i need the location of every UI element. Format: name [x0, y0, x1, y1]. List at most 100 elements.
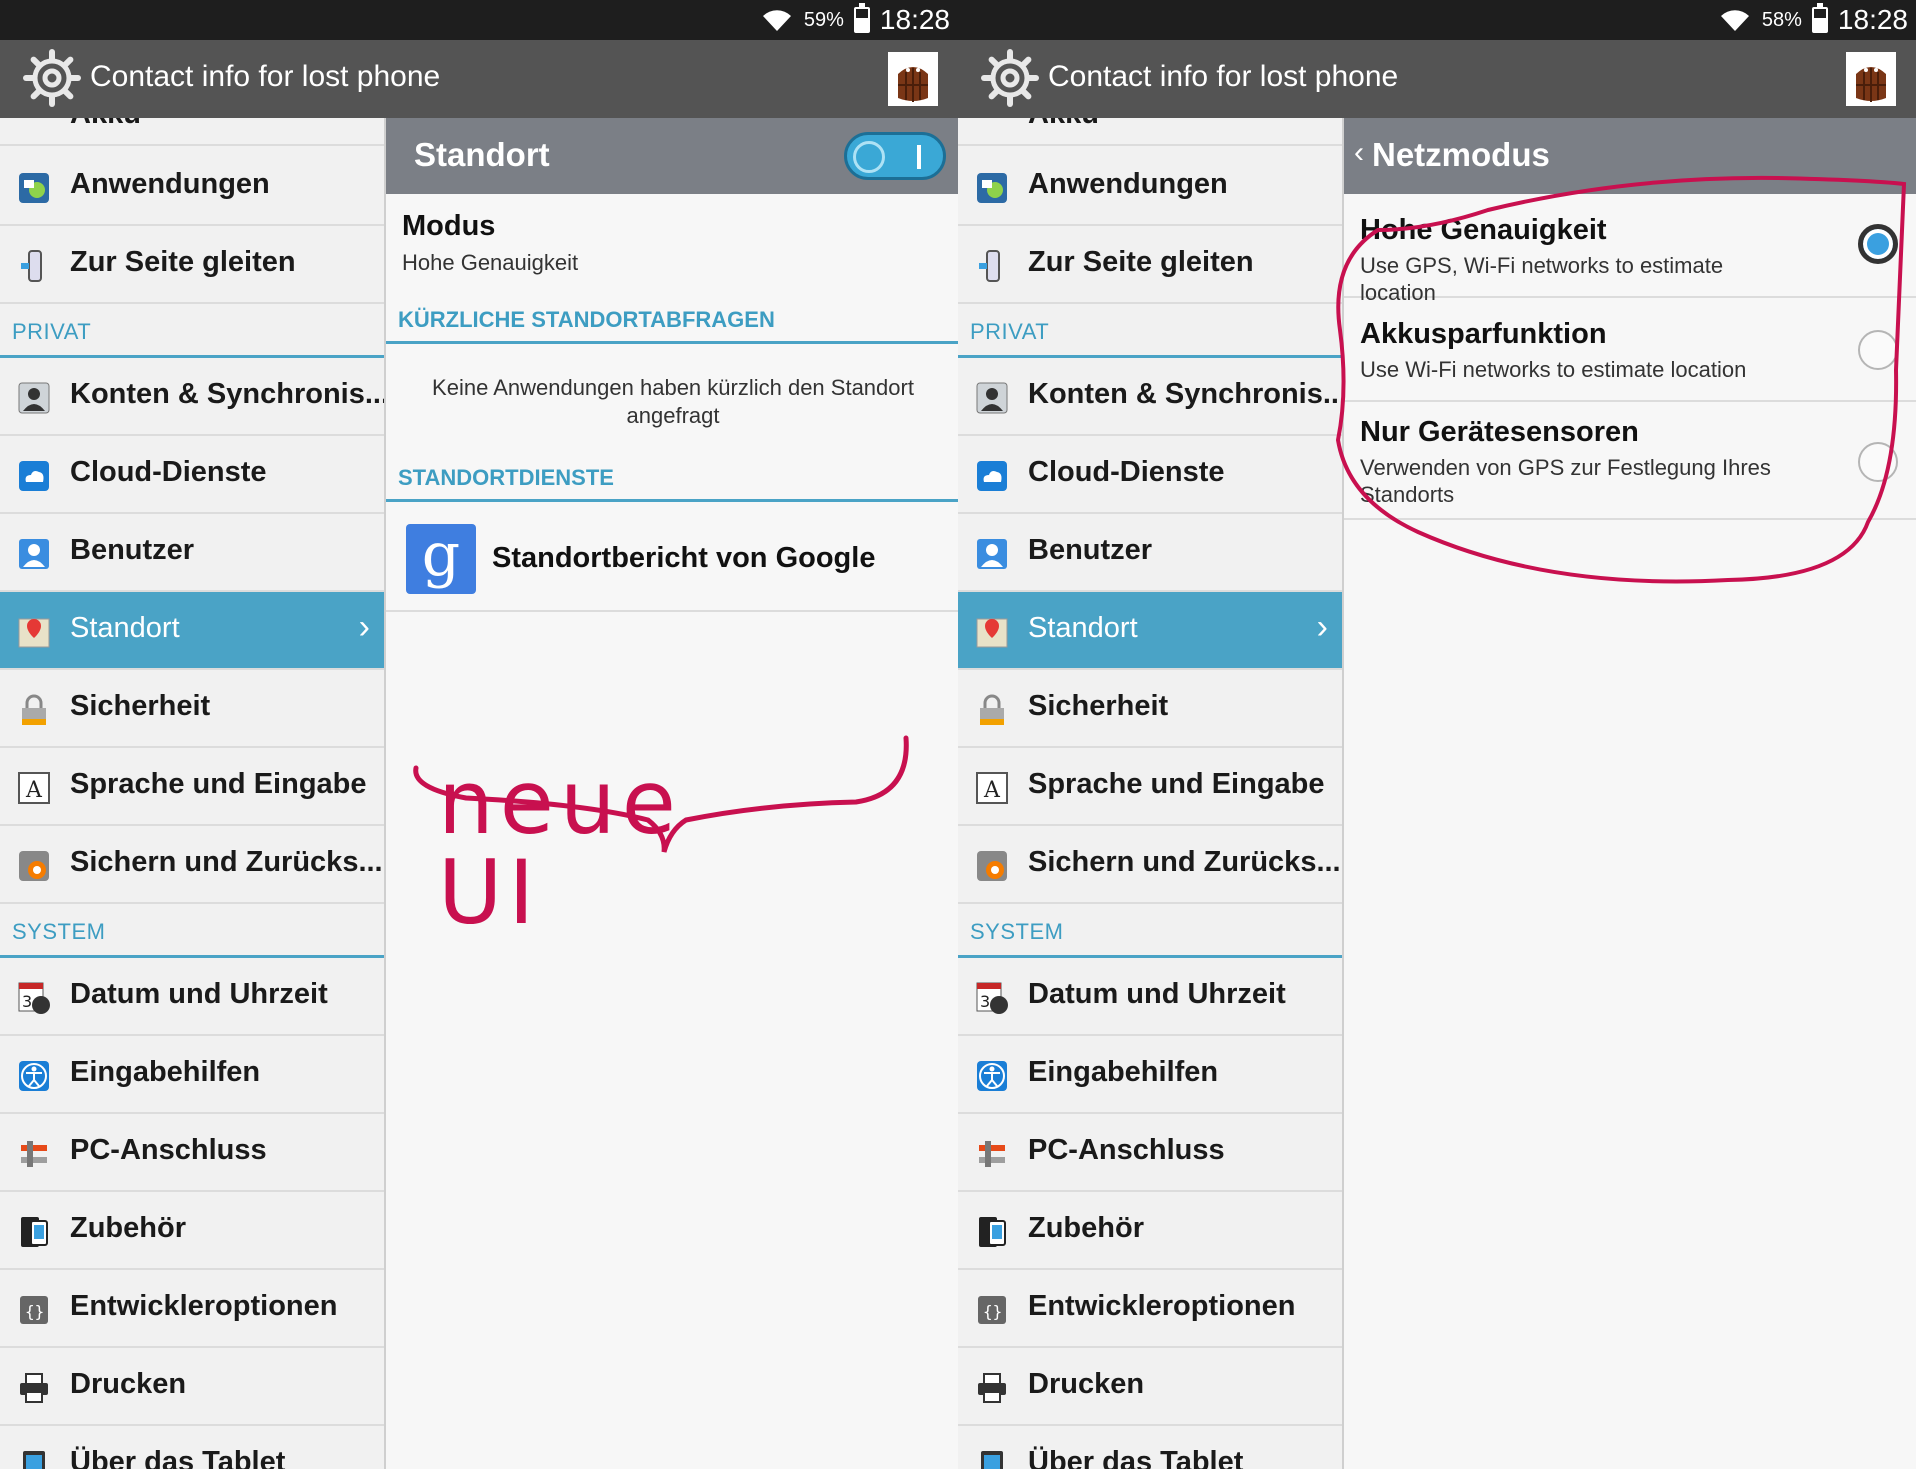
- kitkat-android-icon[interactable]: [1846, 52, 1896, 106]
- option-subtitle: Use Wi-Fi networks to estimate location: [1360, 357, 1747, 382]
- radio-unselected[interactable]: [1858, 442, 1898, 482]
- list-item-anwendungen[interactable]: Anwendungen: [958, 148, 1342, 226]
- panel-header: Standort: [386, 118, 958, 194]
- list-item-datum[interactable]: 3 Datum und Uhrzeit: [0, 958, 384, 1036]
- mode-option-battery-saving[interactable]: Akkusparfunktion Use Wi-Fi networks to e…: [1344, 298, 1916, 402]
- list-item-pc-anschluss[interactable]: PC-Anschluss: [0, 1114, 384, 1192]
- list-item-standort[interactable]: Standort ›: [958, 592, 1342, 670]
- section-header-location-services: STANDORTDIENSTE: [386, 452, 958, 502]
- list-item-zubehoer[interactable]: Zubehör: [0, 1192, 384, 1270]
- cloud-icon: [974, 458, 1010, 494]
- printer-icon: [974, 1370, 1010, 1406]
- language-icon: A: [974, 770, 1010, 806]
- tablet-info-icon: [16, 1448, 52, 1469]
- calendar-clock-icon: 3: [16, 980, 52, 1016]
- list-item-benutzer[interactable]: Benutzer: [958, 514, 1342, 592]
- modus-item[interactable]: Modus Hohe Genauigkeit: [386, 194, 958, 294]
- list-item-cloud-dienste[interactable]: Cloud-Dienste: [0, 436, 384, 514]
- apps-icon: [974, 170, 1010, 206]
- google-location-report-item[interactable]: g Standortbericht von Google: [386, 504, 958, 612]
- back-chevron-icon[interactable]: ‹: [1354, 136, 1364, 170]
- mode-option-device-only[interactable]: Nur Gerätesensoren Verwenden von GPS zur…: [1344, 402, 1916, 520]
- developer-braces-icon: {}: [16, 1292, 52, 1328]
- radio-unselected[interactable]: [1858, 330, 1898, 370]
- list-item-cloud-dienste[interactable]: Cloud-Dienste: [958, 436, 1342, 514]
- modus-title: Modus: [402, 210, 496, 242]
- list-item-sprache[interactable]: A Sprache und Eingabe: [958, 748, 1342, 826]
- list-item-sichern[interactable]: Sichern und Zurücks...: [0, 826, 384, 904]
- accessory-icon: [974, 1214, 1010, 1250]
- accessibility-icon: [16, 1058, 52, 1094]
- list-item-ueber-das-tablet[interactable]: Über das Tablet: [0, 1426, 384, 1469]
- list-item-zubehoer[interactable]: Zubehör: [958, 1192, 1342, 1270]
- calendar-clock-icon: 3: [974, 980, 1010, 1016]
- svg-text:A: A: [25, 778, 43, 803]
- list-item-sprache[interactable]: A Sprache und Eingabe: [0, 748, 384, 826]
- status-bar: 58% 18:28: [958, 0, 1916, 40]
- list-item-sichern[interactable]: Sichern und Zurücks...: [958, 826, 1342, 904]
- developer-braces-icon: {}: [974, 1292, 1010, 1328]
- section-header-system: SYSTEM: [0, 904, 384, 958]
- lock-icon: [16, 692, 52, 728]
- list-item-benutzer[interactable]: Benutzer: [0, 514, 384, 592]
- section-header-privat: PRIVAT: [0, 304, 384, 358]
- option-title: Nur Gerätesensoren: [1360, 416, 1639, 448]
- list-item-akku[interactable]: Akku: [0, 118, 384, 146]
- settings-list: Akku Anwendungen Zur Seite gleiten PRIVA…: [958, 118, 1342, 1469]
- section-header-recent-requests: KÜRZLICHE STANDORTABFRAGEN: [386, 294, 958, 344]
- chevron-right-icon: ›: [358, 608, 370, 646]
- kitkat-android-icon[interactable]: [888, 52, 938, 106]
- handwritten-note: neue UI: [438, 751, 682, 944]
- user-icon: [974, 536, 1010, 572]
- list-item-entwickleroptionen[interactable]: {} Entwickleroptionen: [0, 1270, 384, 1348]
- location-panel: Standort Modus Hohe Genauigkeit KÜRZLICH…: [384, 118, 958, 1469]
- panel-header: ‹ Netzmodus: [1344, 118, 1916, 194]
- google-icon: g: [406, 524, 476, 594]
- action-bar: Contact info for lost phone: [958, 40, 1916, 118]
- lock-icon: [974, 692, 1010, 728]
- list-item-akku[interactable]: Akku: [958, 118, 1342, 146]
- list-item-drucken[interactable]: Drucken: [0, 1348, 384, 1426]
- empty-recent-message: Keine Anwendungen haben kürzlich den Sta…: [432, 375, 914, 428]
- language-icon: A: [16, 770, 52, 806]
- list-item-pc-anschluss[interactable]: PC-Anschluss: [958, 1114, 1342, 1192]
- radio-selected[interactable]: [1858, 224, 1898, 264]
- list-item-konten[interactable]: Konten & Synchronis...: [958, 358, 1342, 436]
- mode-option-high-accuracy[interactable]: Hohe Genauigkeit Use GPS, Wi-Fi networks…: [1344, 194, 1916, 305]
- tablet-info-icon: [974, 1448, 1010, 1469]
- list-item-sicherheit[interactable]: Sicherheit: [958, 670, 1342, 748]
- chevron-right-icon: ›: [1316, 608, 1328, 646]
- list-item-entwickleroptionen[interactable]: {} Entwickleroptionen: [958, 1270, 1342, 1348]
- network-mode-panel: ‹ Netzmodus Hohe Genauigkeit Use GPS, Wi…: [1342, 118, 1916, 1469]
- list-item-anwendungen[interactable]: Anwendungen: [0, 148, 384, 226]
- panel-title: Standort: [414, 136, 550, 173]
- account-icon: [974, 380, 1010, 416]
- list-item-zur-seite-gleiten[interactable]: Zur Seite gleiten: [0, 226, 384, 304]
- list-item-konten[interactable]: Konten & Synchronis...: [0, 358, 384, 436]
- printer-icon: [16, 1370, 52, 1406]
- list-item-ueber-das-tablet[interactable]: Über das Tablet: [958, 1426, 1342, 1469]
- svg-text:A: A: [983, 778, 1001, 803]
- list-item-datum[interactable]: 3 Datum und Uhrzeit: [958, 958, 1342, 1036]
- accessory-icon: [16, 1214, 52, 1250]
- list-item-standort[interactable]: Standort ›: [0, 592, 384, 670]
- status-bar: 59% 18:28: [0, 0, 958, 40]
- battery-percent: 59%: [803, 8, 844, 31]
- location-toggle-switch[interactable]: [844, 132, 946, 180]
- google-location-report-label: Standortbericht von Google: [492, 542, 876, 574]
- screen-right: 58% 18:28 Contact info for lost phone An…: [958, 0, 1916, 1469]
- settings-list: Akku Anwendungen Zur Seite gleiten PRIVA…: [0, 118, 384, 1469]
- list-item-drucken[interactable]: Drucken: [958, 1348, 1342, 1426]
- gear-icon[interactable]: [22, 48, 82, 108]
- section-header-system: SYSTEM: [958, 904, 1342, 958]
- battery-icon: [1811, 3, 1828, 33]
- svg-text:{}: {}: [25, 1302, 44, 1321]
- gear-icon[interactable]: [980, 48, 1040, 108]
- list-item-zur-seite-gleiten[interactable]: Zur Seite gleiten: [958, 226, 1342, 304]
- list-item-eingabehilfen[interactable]: Eingabehilfen: [0, 1036, 384, 1114]
- app-title: Contact info for lost phone: [1048, 60, 1399, 93]
- wifi-icon: [1720, 10, 1749, 32]
- list-item-sicherheit[interactable]: Sicherheit: [0, 670, 384, 748]
- list-item-eingabehilfen[interactable]: Eingabehilfen: [958, 1036, 1342, 1114]
- apps-icon: [16, 170, 52, 206]
